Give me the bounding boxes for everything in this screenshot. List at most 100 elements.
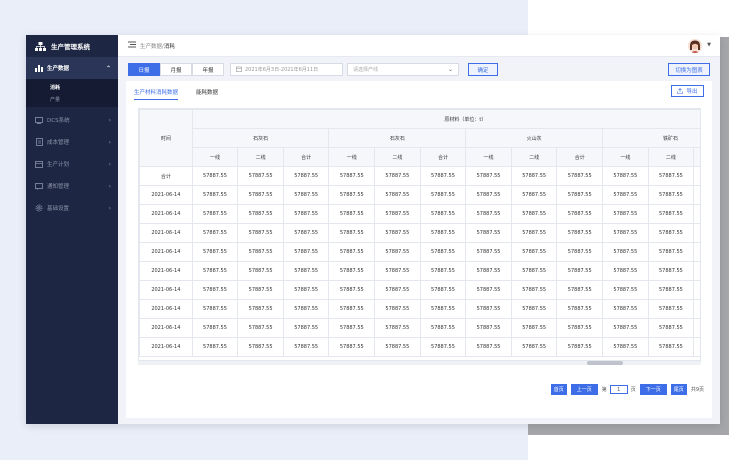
submenu-item-consumption[interactable]: 消耗	[26, 81, 118, 93]
value-cell: 57887.55	[191, 299, 239, 319]
time-cell: 2021-06-14	[139, 337, 193, 357]
time-cell: 2021-06-14	[139, 299, 193, 319]
value-cell: 57887.55	[191, 166, 239, 186]
period-monthly[interactable]: 月报	[160, 63, 192, 76]
value-cell: 57887.55	[556, 280, 604, 300]
value-cell: 57887.55	[374, 185, 421, 205]
avatar[interactable]	[688, 39, 702, 53]
value-cell: 57887.55	[465, 280, 512, 300]
value-cell: 57887.55	[282, 337, 330, 357]
value-cell: 57887.55	[465, 261, 512, 281]
switch-to-chart-button[interactable]: 切换为图表	[668, 63, 710, 76]
first-page-button[interactable]: 首页	[550, 384, 567, 395]
value-cell: 57887.55	[374, 299, 421, 319]
value-cell: 57887.55	[602, 166, 649, 186]
app-title: 生产管理系统	[51, 43, 90, 51]
value-cell: 57887.55	[328, 242, 376, 262]
value-cell: 57887.55	[556, 242, 604, 262]
value-cell: 57887.55	[602, 204, 649, 224]
caret-down-icon[interactable]: ▼	[707, 42, 711, 48]
value-cell: 57887.55	[328, 318, 376, 338]
value-cell: 57887.55	[510, 299, 558, 319]
value-cell: 57887.55	[647, 337, 695, 357]
value-cell: 57887.55	[237, 261, 284, 281]
confirm-button[interactable]: 确定	[468, 63, 498, 76]
value-cell: 57887.55	[465, 204, 512, 224]
data-table-container[interactable]: 时间 原材料（单位：t） 石灰石 石灰石 火山灰 铁矿石 一线 二线 合计 一线 二线 合计 一线…	[138, 108, 701, 361]
value-cell-overflow	[693, 242, 700, 262]
value-cell: 57887.55	[510, 337, 558, 357]
table-row: 2021-06-14 57887.55 57887.55 57887.55 57887.…	[139, 185, 700, 205]
sidebar-item-plan[interactable]: 生产计划 ›	[26, 153, 118, 175]
upload-icon	[677, 88, 684, 94]
sidebar-item-label: 生产数据	[47, 66, 70, 72]
submenu-item-output[interactable]: 产量	[26, 93, 118, 105]
value-cell-overflow	[693, 204, 700, 224]
sidebar-item-label: 通知管理	[47, 184, 70, 190]
menu-toggle-icon[interactable]	[128, 41, 136, 50]
sidebar-item-dcs[interactable]: DCS系统 ›	[26, 109, 118, 131]
date-range-picker[interactable]: 2021年6月3日-2021年6月11日	[230, 63, 343, 76]
sidebar-item-production-data[interactable]: 生产数据 ⌃	[26, 57, 118, 79]
line-header: 一线	[465, 147, 512, 167]
export-button[interactable]: 导出	[671, 85, 704, 97]
sidebar-item-settings[interactable]: 基础设置 ›	[26, 197, 118, 219]
value-cell: 57887.55	[602, 242, 649, 262]
material-header: 石灰石	[191, 128, 330, 148]
value-cell: 57887.55	[556, 223, 604, 243]
value-cell-overflow	[693, 299, 700, 319]
page-input[interactable]: 1	[609, 385, 628, 394]
value-cell: 57887.55	[465, 185, 512, 205]
tab-material-consumption[interactable]: 生产材料消耗数据	[134, 85, 179, 100]
line-select[interactable]: 请选择产线 ⌄	[347, 63, 459, 76]
value-cell: 57887.55	[237, 280, 284, 300]
value-cell: 57887.55	[419, 223, 467, 243]
value-cell: 57887.55	[237, 166, 284, 186]
value-cell: 57887.55	[510, 318, 558, 338]
value-cell: 57887.55	[556, 299, 604, 319]
prev-page-button[interactable]: 上一页	[570, 384, 598, 395]
sidebar-item-cost[interactable]: 成本管理 ›	[26, 131, 118, 153]
chevron-right-icon: ›	[108, 116, 111, 124]
scrollbar-thumb[interactable]	[587, 361, 623, 365]
org-chart-icon	[35, 41, 46, 51]
time-cell: 2021-06-14	[139, 318, 193, 338]
last-page-button[interactable]: 尾页	[670, 384, 687, 395]
value-cell: 57887.55	[602, 299, 649, 319]
breadcrumb-parent[interactable]: 生产数据/	[140, 44, 164, 50]
sidebar-item-notice[interactable]: 通知管理 ›	[26, 175, 118, 197]
submenu-item-label: 消耗	[50, 84, 61, 91]
value-cell: 57887.55	[282, 299, 330, 319]
next-page-button[interactable]: 下一页	[639, 384, 667, 395]
line-header: 合计	[282, 147, 330, 167]
value-cell: 57887.55	[465, 299, 512, 319]
line-header: 二线	[237, 147, 284, 167]
monitor-icon	[35, 116, 43, 124]
table-body: 合计 57887.55 57887.55 57887.55 57887.55 57887.…	[139, 166, 700, 357]
period-daily[interactable]: 日报	[128, 63, 160, 76]
value-cell: 57887.55	[328, 299, 376, 319]
value-cell: 57887.55	[328, 261, 376, 281]
material-header-row: 石灰石 石灰石 火山灰 铁矿石	[140, 128, 700, 148]
table-row: 2021-06-14 57887.55 57887.55 57887.55 57887.…	[139, 337, 700, 357]
message-icon	[35, 182, 43, 190]
value-cell-overflow	[693, 318, 700, 338]
chevron-up-icon: ⌃	[105, 64, 111, 72]
value-cell: 57887.55	[419, 280, 467, 300]
period-yearly[interactable]: 年报	[192, 63, 224, 76]
gear-icon	[35, 204, 43, 212]
horizontal-scrollbar[interactable]	[138, 361, 701, 365]
value-cell: 57887.55	[191, 337, 239, 357]
table-row: 2021-06-14 57887.55 57887.55 57887.55 57887.…	[139, 261, 700, 281]
value-cell: 57887.55	[191, 204, 239, 224]
value-cell: 57887.55	[328, 337, 376, 357]
value-cell: 57887.55	[602, 261, 649, 281]
bar-chart-icon	[35, 64, 43, 72]
line-header: 二线	[374, 147, 421, 167]
pagination: 首页 上一页 第 1 页 下一页 尾页 共9页	[550, 384, 704, 395]
value-cell: 57887.55	[647, 261, 695, 281]
chevron-right-icon: ›	[108, 138, 111, 146]
tab-energy-consumption[interactable]: 能耗数据	[196, 85, 218, 100]
value-cell: 57887.55	[647, 223, 695, 243]
value-cell: 57887.55	[328, 280, 376, 300]
